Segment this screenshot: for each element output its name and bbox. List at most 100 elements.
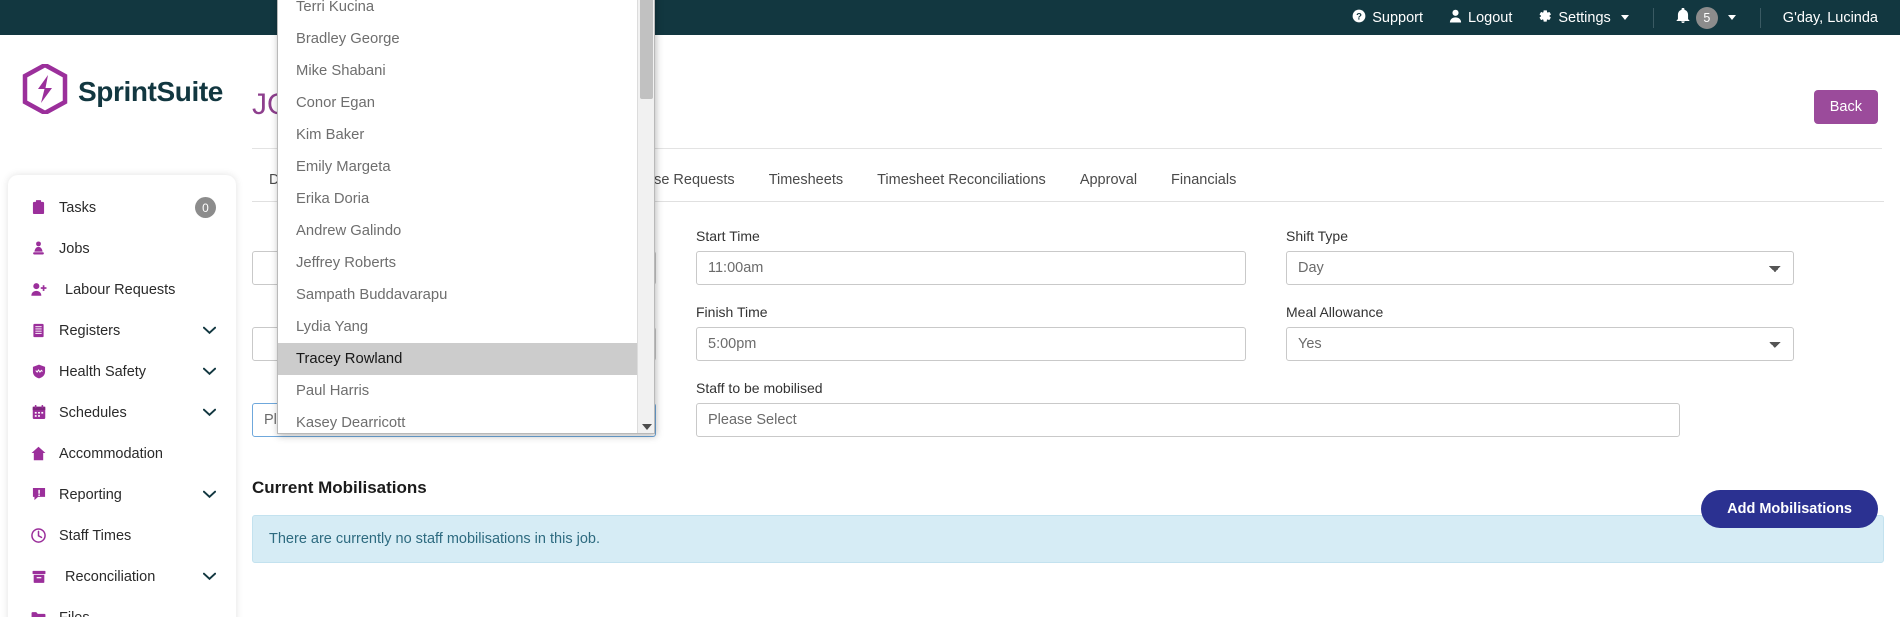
staff-option[interactable]: Andrew Galindo [278,215,637,247]
divider [1652,7,1654,28]
back-button[interactable]: Back [1813,90,1878,124]
user-greeting[interactable]: G'day, Lucinda [1783,10,1878,26]
sidebar-item-label: Accommodation [59,445,163,462]
sidebar-item-files[interactable]: Files [8,597,236,617]
notification-count-badge: 5 [1695,6,1718,29]
sidebar-item-health-safety[interactable]: Health Safety [8,351,236,392]
tab-timesheet-reconciliations[interactable]: Timesheet Reconciliations [860,160,1063,201]
sidebar-item-schedules[interactable]: Schedules [8,392,236,433]
chevron-down-icon [1620,15,1629,20]
staff-option[interactable]: Jeffrey Roberts [278,247,637,279]
logout-link[interactable]: Logout [1449,9,1512,27]
staff-option-list: Terri Kucina Bradley George Mike Shabani… [278,0,637,433]
brand-name: SprintSuite [78,75,223,107]
sidebar-item-label: Files [59,610,216,617]
scroll-down-arrow-icon[interactable] [642,424,652,430]
notifications-menu[interactable]: 5 [1676,6,1736,29]
chart-icon [30,487,47,502]
sidebar-item-label: Labour Requests [65,281,176,298]
sprintsuite-mark-icon [22,62,68,119]
finish-time-group: Finish Time [696,304,1246,361]
dropdown-scrollbar[interactable] [637,0,654,433]
book-icon [30,323,47,338]
staff-option[interactable]: Paul Harris [278,375,637,407]
chevron-down-icon [1727,15,1736,20]
settings-menu[interactable]: Settings [1538,9,1629,27]
no-mobilisations-alert: There are currently no staff mobilisatio… [252,515,1884,563]
logout-label: Logout [1468,9,1513,26]
staff-option[interactable]: Sampath Buddavarapu [278,279,637,311]
shield-icon [30,364,47,379]
sidebar-item-label: Jobs [59,240,90,257]
sidebar-item-label: Health Safety [59,363,147,380]
question-circle-icon: ? [1352,9,1366,27]
meal-allowance-label: Meal Allowance [1286,304,1384,320]
sidebar-navigation: Tasks 0 Jobs Labour Requests Registers H… [8,175,236,617]
sidebar-item-reconciliation[interactable]: Reconciliation [8,556,236,597]
dropdown-scrollbar-thumb[interactable] [640,0,653,99]
sidebar-item-label: Schedules [59,404,127,421]
chevron-down-icon [202,405,217,420]
meal-allowance-select[interactable]: Yes [1286,327,1794,361]
staff-option[interactable]: Erika Doria [278,183,637,215]
staff-select-dropdown[interactable]: Terri Kucina Bradley George Mike Shabani… [277,0,655,434]
add-mobilisations-button[interactable]: Add Mobilisations [1701,490,1878,528]
bell-icon [1676,8,1690,27]
shift-type-select[interactable]: Day [1286,251,1794,285]
shift-type-label: Shift Type [1286,228,1349,244]
staff-option[interactable]: Kim Baker [278,119,637,151]
tasks-count-badge: 0 [195,197,216,218]
sidebar-item-label: Staff Times [59,527,132,544]
divider [1759,7,1761,28]
greeting-label: G'day, Lucinda [1782,9,1878,26]
support-link[interactable]: ? Support [1352,9,1423,27]
archive-icon [30,570,47,584]
staff-option[interactable]: Conor Egan [278,87,637,119]
brand-logo[interactable]: SprintSuite [22,62,223,119]
start-time-input[interactable] [696,251,1246,285]
form-column-middle: Start Time Finish Time Staff to be mobil… [696,228,1680,456]
finish-time-label: Finish Time [696,304,768,320]
sidebar-item-reporting[interactable]: Reporting [8,474,236,515]
staff-option[interactable]: Terri Kucina [278,0,637,23]
svg-text:?: ? [1356,11,1362,22]
tab-timesheets[interactable]: Timesheets [752,160,860,201]
sidebar-item-label: Reconciliation [65,568,156,585]
chevron-down-icon [202,487,217,502]
start-time-label: Start Time [696,228,760,244]
tab-financials[interactable]: Financials [1154,160,1253,201]
form-column-right: Shift Type Day Meal Allowance Yes [1286,228,1794,456]
clock-icon [30,528,47,543]
staff-option[interactable]: Bradley George [278,23,637,55]
staff-option[interactable]: Kasey Dearricott [278,407,637,433]
sidebar-item-labour-requests[interactable]: Labour Requests [8,269,236,310]
sidebar-item-label: Tasks [59,199,97,216]
user-plus-icon [30,282,47,297]
finish-time-input[interactable] [696,327,1246,361]
sidebar-item-label: Registers [59,322,121,339]
gear-icon [1538,9,1552,27]
support-label: Support [1372,9,1424,26]
settings-label: Settings [1558,9,1611,26]
sidebar-item-staff-times[interactable]: Staff Times [8,515,236,556]
staff-option[interactable]: Lydia Yang [278,311,637,343]
start-time-group: Start Time [696,228,1246,285]
chevron-down-icon [202,569,217,584]
chevron-down-icon [202,364,217,379]
sidebar-item-jobs[interactable]: Jobs [8,228,236,269]
sidebar-item-accommodation[interactable]: Accommodation [8,433,236,474]
calendar-icon [30,405,47,420]
staff-to-be-mobilised-group: Staff to be mobilised [696,380,1680,437]
staff-option[interactable]: Emily Margeta [278,151,637,183]
chevron-down-icon [202,323,217,338]
hardhat-icon [30,241,47,256]
staff-option[interactable]: Mike Shabani [278,55,637,87]
current-mobilisations-heading: Current Mobilisations [252,478,427,497]
sidebar-item-label: Reporting [59,486,122,503]
user-icon [1449,9,1462,27]
sidebar-item-tasks[interactable]: Tasks 0 [8,187,236,228]
tab-approval[interactable]: Approval [1063,160,1154,201]
sidebar-item-registers[interactable]: Registers [8,310,236,351]
staff-option-selected[interactable]: Tracey Rowland [278,343,637,375]
shift-type-group: Shift Type Day [1286,228,1794,285]
